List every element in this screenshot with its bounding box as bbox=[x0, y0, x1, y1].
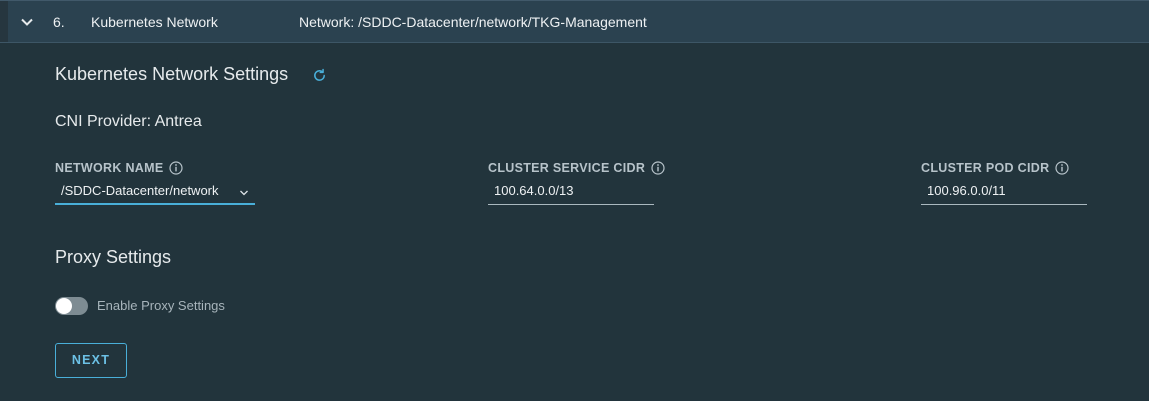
step-number: 6. bbox=[53, 14, 65, 30]
network-name-select[interactable]: /SDDC-Datacenter/network bbox=[55, 183, 255, 205]
network-name-label: NETWORK NAME bbox=[55, 161, 184, 175]
network-name-value: /SDDC-Datacenter/network bbox=[61, 183, 219, 198]
network-name-label-text: NETWORK NAME bbox=[55, 161, 164, 175]
enable-proxy-label[interactable]: Enable Proxy Settings bbox=[97, 298, 225, 313]
cluster-service-cidr-input[interactable]: 100.64.0.0/13 bbox=[488, 183, 654, 205]
step-header-accent bbox=[0, 1, 8, 42]
cluster-pod-cidr-label: CLUSTER POD CIDR bbox=[921, 161, 1070, 175]
chevron-down-icon bbox=[240, 190, 248, 196]
section-title: Kubernetes Network Settings bbox=[55, 64, 289, 84]
step-summary: Network: /SDDC-Datacenter/network/TKG-Ma… bbox=[299, 14, 647, 30]
info-icon[interactable] bbox=[651, 161, 665, 175]
step-header[interactable]: 6. Kubernetes Network Network: /SDDC-Dat… bbox=[0, 0, 1149, 43]
info-icon[interactable] bbox=[169, 161, 184, 175]
info-icon[interactable] bbox=[1055, 161, 1070, 175]
cni-provider: CNI Provider: Antrea bbox=[55, 113, 202, 130]
chevron-down-icon[interactable] bbox=[20, 15, 34, 29]
cluster-pod-cidr-label-text: CLUSTER POD CIDR bbox=[921, 161, 1050, 175]
proxy-settings-title: Proxy Settings bbox=[55, 247, 172, 267]
step-title: Kubernetes Network bbox=[91, 14, 218, 30]
enable-proxy-toggle[interactable] bbox=[55, 297, 88, 315]
refresh-icon[interactable] bbox=[312, 68, 327, 83]
cluster-service-cidr-label: CLUSTER SERVICE CIDR bbox=[488, 161, 665, 175]
next-button[interactable]: NEXT bbox=[55, 343, 127, 378]
cluster-service-cidr-label-text: CLUSTER SERVICE CIDR bbox=[488, 161, 646, 175]
cluster-pod-cidr-input[interactable]: 100.96.0.0/11 bbox=[921, 183, 1087, 205]
toggle-knob bbox=[56, 298, 72, 314]
